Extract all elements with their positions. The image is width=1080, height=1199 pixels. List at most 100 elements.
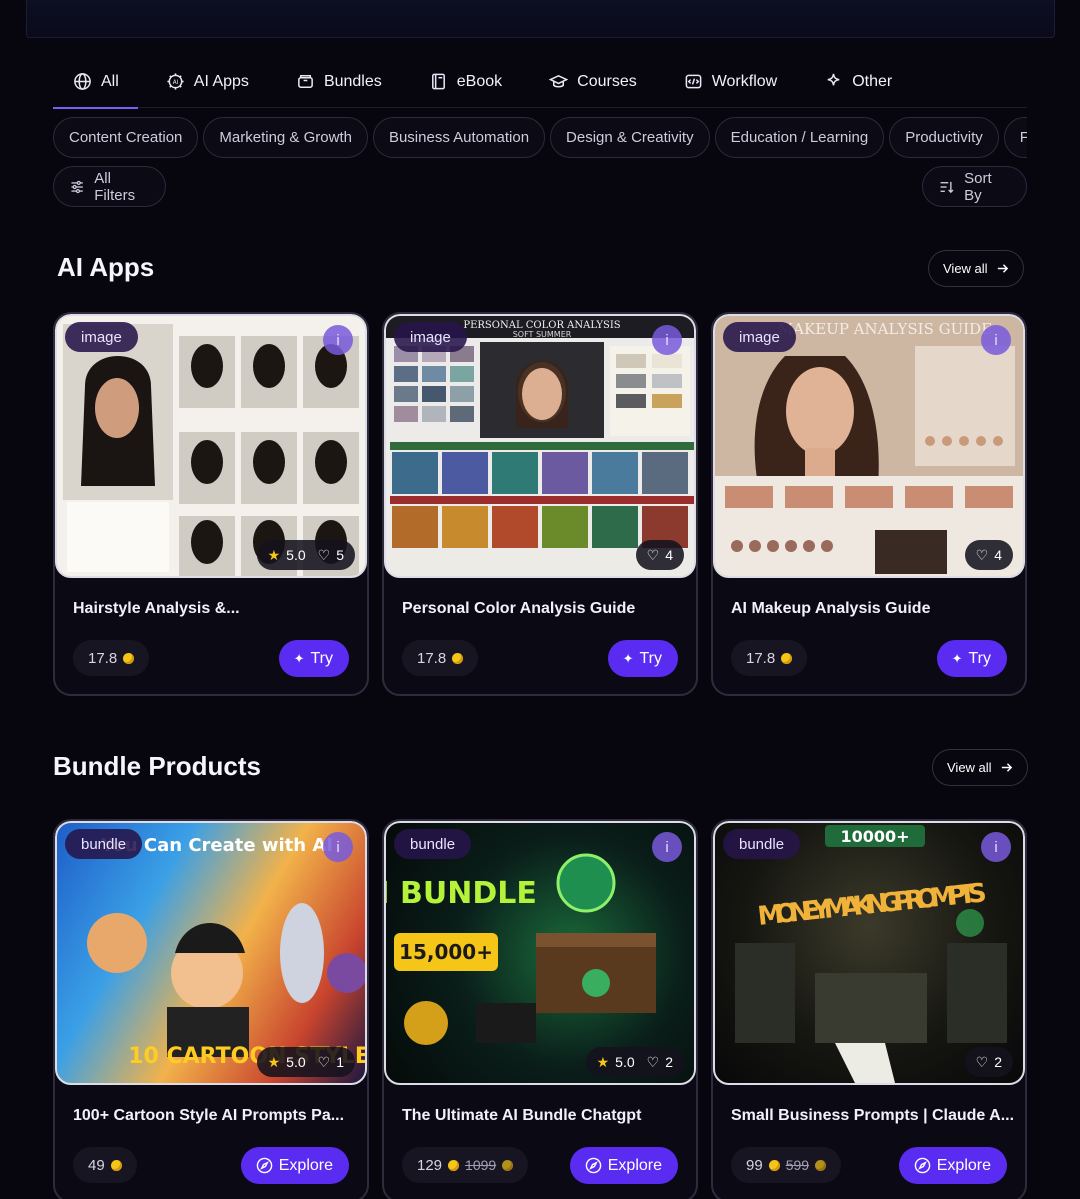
explore-button[interactable]: Explore [898, 1147, 1007, 1184]
tab-label: Other [852, 72, 893, 90]
hairstyle-collage-image [63, 324, 359, 576]
explore-button[interactable]: Explore [569, 1147, 678, 1184]
try-button[interactable]: ✦ Try [278, 640, 349, 677]
explore-button[interactable]: Explore [240, 1147, 349, 1184]
art-subheading: 10000+ [840, 827, 909, 846]
star-icon: ★ [596, 1053, 610, 1070]
tab-label: All [101, 72, 119, 90]
top-header-bar [26, 0, 1055, 38]
price-value: 17.8 [88, 649, 118, 667]
sliders-icon [71, 180, 83, 193]
art-heading: MAKEUP ANALYSIS GUIDE [778, 320, 992, 338]
rating-likes-badge: ★ 5.0 ♡ 2 [585, 1047, 684, 1077]
sparkle-icon: ✦ [293, 650, 305, 666]
chip-truncated[interactable]: F [1003, 117, 1027, 158]
view-all-ai-apps-button[interactable]: View all [928, 250, 1024, 287]
product-title[interactable]: Personal Color Analysis Guide [402, 600, 687, 618]
product-title[interactable]: The Ultimate AI Bundle Chatgpt [402, 1107, 687, 1125]
color-analysis-image: PERSONAL COLOR ANALYSIS SOFT SUMMER [386, 316, 694, 576]
tab-all[interactable]: All [53, 59, 138, 109]
info-button[interactable]: i [323, 325, 353, 355]
sparkle-icon: ✦ [951, 650, 963, 666]
coin-icon [781, 652, 793, 664]
tab-ai-apps[interactable]: AI AI Apps [146, 59, 268, 105]
info-button[interactable]: i [981, 832, 1011, 862]
tab-bundles[interactable]: Bundles [276, 59, 401, 105]
tab-other[interactable]: Other [804, 59, 911, 105]
coin-icon [123, 652, 135, 664]
action-label: Try [310, 649, 333, 667]
price-value: 17.8 [746, 649, 776, 667]
compass-icon [585, 1157, 602, 1174]
product-title[interactable]: Hairstyle Analysis &... [73, 600, 358, 618]
chip-design-creativity[interactable]: Design & Creativity [550, 117, 710, 158]
original-price: 599 [785, 1157, 810, 1173]
info-button[interactable]: i [323, 832, 353, 862]
likes-badge: ♡ 4 [635, 540, 684, 570]
heart-icon: ♡ [975, 1053, 989, 1070]
category-tabs: All AI AI Apps Bundles eBook Courses Wor… [53, 56, 1027, 109]
art-heading: AI BUNDLE [386, 876, 537, 911]
product-thumbnail[interactable]: PERSONAL COLOR ANALYSIS SOFT SUMMER imag… [384, 314, 696, 578]
info-button[interactable]: i [652, 832, 682, 862]
sort-icon [940, 181, 954, 193]
compass-icon [256, 1157, 273, 1174]
likes-count: 4 [994, 547, 1002, 563]
coin-icon [452, 652, 464, 664]
try-button[interactable]: ✦ Try [936, 640, 1007, 677]
try-button[interactable]: ✦ Try [607, 640, 678, 677]
compass-icon [914, 1157, 931, 1174]
product-title[interactable]: 100+ Cartoon Style AI Prompts Pa... [73, 1107, 358, 1125]
ai-bundle-image: AI BUNDLE 15,000+ [386, 853, 656, 1045]
product-thumbnail[interactable]: AI BUNDLE 15,000+ bundle i ★ 5.0 ♡ 2 [384, 821, 696, 1085]
tab-label: eBook [456, 72, 503, 90]
likes-count: 4 [665, 547, 673, 563]
action-label: Explore [936, 1156, 991, 1174]
tab-courses[interactable]: Courses [529, 59, 656, 105]
product-card[interactable]: PERSONAL COLOR ANALYSIS SOFT SUMMER imag… [382, 312, 698, 696]
info-button[interactable]: i [652, 325, 682, 355]
type-badge: image [65, 322, 138, 352]
action-label: Try [968, 649, 991, 667]
chip-marketing-growth[interactable]: Marketing & Growth [203, 117, 368, 158]
view-all-label: View all [943, 261, 988, 276]
price-value: 129 [417, 1156, 443, 1174]
all-filters-button[interactable]: All Filters [53, 166, 166, 207]
coin-icon [768, 1159, 780, 1171]
arrow-right-icon [997, 264, 1008, 273]
rating-value: 5.0 [286, 547, 306, 563]
tab-ebook[interactable]: eBook [409, 59, 521, 105]
tab-label: Workflow [711, 72, 778, 90]
product-card[interactable]: AI BUNDLE 15,000+ bundle i ★ 5.0 ♡ 2 The… [382, 819, 698, 1199]
tab-workflow[interactable]: Workflow [664, 59, 797, 105]
product-thumbnail[interactable]: image i ★ 5.0 ♡ 5 [55, 314, 367, 578]
tab-label: Courses [577, 72, 637, 90]
chip-education-learning[interactable]: Education / Learning [714, 117, 885, 158]
globe-icon [74, 73, 91, 90]
product-thumbnail[interactable]: 10000+ MONEY MAKING PROMPTS bundle i ♡ 2 [713, 821, 1025, 1085]
product-title[interactable]: AI Makeup Analysis Guide [731, 600, 1016, 618]
tab-label: Bundles [323, 72, 382, 90]
product-title[interactable]: Small Business Prompts | Claude A... [731, 1107, 1016, 1125]
product-thumbnail[interactable]: You Can Create with AI 10 CARTOON STYLES… [55, 821, 367, 1085]
chip-content-creation[interactable]: Content Creation [53, 117, 199, 158]
product-thumbnail[interactable]: MAKEUP ANALYSIS GUIDE image i ♡ 4 [713, 314, 1025, 578]
book-icon [431, 73, 445, 90]
sparkle-icon [827, 73, 840, 86]
likes-count: 1 [336, 1054, 344, 1070]
info-button[interactable]: i [981, 325, 1011, 355]
price-badge: 99 599 [731, 1147, 842, 1183]
product-card[interactable]: 10000+ MONEY MAKING PROMPTS bundle i ♡ 2… [711, 819, 1027, 1199]
chip-business-automation[interactable]: Business Automation [372, 117, 546, 158]
price-badge: 17.8 [731, 640, 808, 676]
product-card[interactable]: MAKEUP ANALYSIS GUIDE image i ♡ 4 AI Mak… [711, 312, 1027, 696]
view-all-bundles-button[interactable]: View all [932, 749, 1028, 786]
sort-by-button[interactable]: Sort By [922, 166, 1027, 207]
coin-icon [448, 1159, 460, 1171]
product-card[interactable]: image i ★ 5.0 ♡ 5 Hairstyle Analysis &..… [53, 312, 369, 696]
chip-productivity[interactable]: Productivity [889, 117, 999, 158]
product-card[interactable]: You Can Create with AI 10 CARTOON STYLES… [53, 819, 369, 1199]
original-price: 1099 [465, 1157, 497, 1173]
sparkle-icon: ✦ [622, 650, 634, 666]
view-all-label: View all [947, 760, 992, 775]
